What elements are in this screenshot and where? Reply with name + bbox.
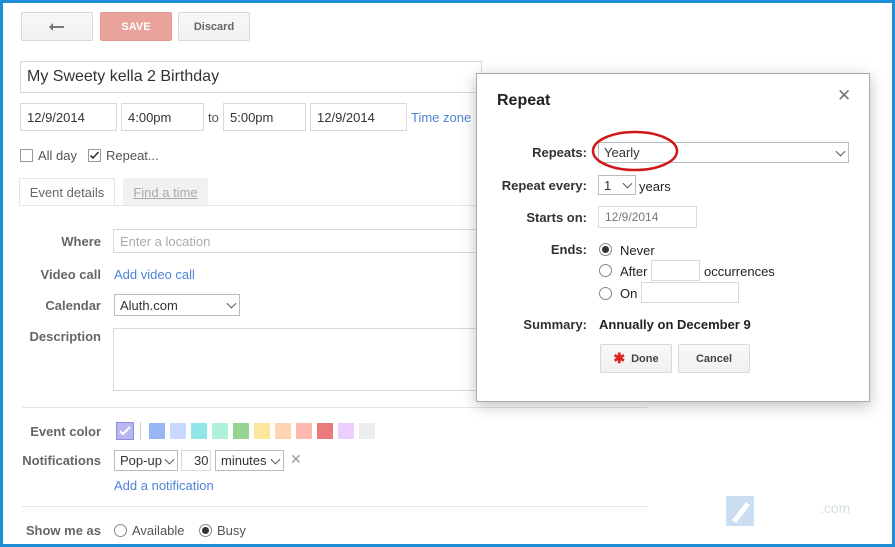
location-input[interactable]: Enter a location — [113, 229, 481, 253]
watermark-text: .com — [820, 500, 851, 516]
occurrences-label: occurrences — [704, 264, 775, 279]
notification-type-value: Pop-up — [120, 453, 162, 468]
calendar-select[interactable]: Aluth.com — [114, 294, 240, 316]
section-divider — [22, 506, 647, 507]
chevron-down-icon — [226, 298, 237, 309]
occurrences-input[interactable] — [651, 260, 700, 281]
chevron-down-icon — [270, 454, 281, 465]
checkmark-icon — [119, 426, 131, 436]
description-label: Description — [29, 329, 101, 344]
cancel-button[interactable]: Cancel — [678, 344, 750, 373]
repeat-checkbox[interactable] — [88, 149, 101, 162]
repeat-dialog: Repeat ✕ Repeats: Yearly Repeat every: 1… — [476, 73, 870, 402]
repeats-label: Repeats: — [532, 145, 587, 160]
where-label: Where — [61, 234, 101, 249]
calendar-label: Calendar — [45, 298, 101, 313]
busy-radio[interactable] — [199, 524, 212, 537]
highlight-ellipse — [591, 130, 679, 172]
notification-unit-value: minutes — [221, 453, 267, 468]
ends-on-radio[interactable] — [599, 287, 612, 300]
video-call-label: Video call — [40, 267, 101, 282]
description-textarea[interactable] — [113, 328, 481, 391]
repeat-every-value: 1 — [604, 177, 612, 193]
event-color-label: Event color — [30, 424, 101, 439]
color-swatch[interactable] — [254, 423, 270, 439]
repeat-every-label: Repeat every: — [501, 178, 587, 193]
notification-type-select[interactable]: Pop-up — [114, 450, 178, 471]
busy-label: Busy — [217, 523, 246, 538]
time-zone-link[interactable]: Time zone — [411, 110, 471, 125]
color-swatch[interactable] — [317, 423, 333, 439]
starts-on-input[interactable]: 12/9/2014 — [598, 206, 697, 228]
add-video-call-link[interactable]: Add video call — [114, 267, 195, 282]
ends-after-radio[interactable] — [599, 264, 612, 277]
dialog-title: Repeat — [497, 92, 551, 109]
to-label: to — [208, 110, 219, 125]
hammer-logo-icon — [726, 496, 754, 526]
notifications-label: Notifications — [22, 453, 101, 468]
show-me-as-label: Show me as — [25, 523, 101, 538]
summary-label: Summary: — [523, 317, 587, 332]
save-button[interactable]: SAVE — [100, 12, 172, 41]
close-icon[interactable]: ✕ — [837, 86, 851, 106]
summary-value: Annually on December 9 — [599, 317, 751, 332]
start-time-input[interactable]: 4:00pm — [121, 103, 204, 131]
color-swatch[interactable] — [212, 423, 228, 439]
back-arrow-icon — [49, 22, 64, 31]
color-swatch[interactable] — [170, 423, 186, 439]
color-swatch[interactable] — [359, 423, 375, 439]
all-day-checkbox[interactable] — [20, 149, 33, 162]
default-color-swatch[interactable] — [116, 422, 134, 440]
end-date-input[interactable]: 12/9/2014 — [310, 103, 407, 131]
starts-on-label: Starts on: — [526, 210, 587, 225]
chevron-down-icon — [835, 146, 846, 157]
never-label: Never — [620, 243, 655, 258]
add-notification-link[interactable]: Add a notification — [114, 478, 214, 493]
tab-find-a-time[interactable]: Find a time — [123, 178, 208, 206]
done-button-label: Done — [631, 352, 659, 365]
notification-amount-input[interactable]: 30 — [181, 450, 211, 471]
available-radio[interactable] — [114, 524, 127, 537]
color-swatch[interactable] — [191, 423, 207, 439]
back-button[interactable] — [21, 12, 93, 41]
remove-notification-icon[interactable]: ✕ — [290, 451, 302, 468]
repeat-every-unit: years — [639, 179, 671, 194]
color-divider — [140, 422, 141, 440]
checkmark-icon — [89, 151, 100, 160]
end-time-input[interactable]: 5:00pm — [223, 103, 306, 131]
ends-on-date-input[interactable] — [641, 282, 739, 303]
color-swatch[interactable] — [149, 423, 165, 439]
chevron-down-icon — [164, 454, 175, 465]
section-divider — [22, 407, 647, 408]
color-swatch[interactable] — [296, 423, 312, 439]
color-swatch[interactable] — [275, 423, 291, 439]
available-label: Available — [132, 523, 185, 538]
all-day-label: All day — [38, 148, 78, 163]
after-label: After — [620, 264, 648, 279]
repeat-label[interactable]: Repeat... — [106, 148, 159, 163]
discard-button[interactable]: Discard — [178, 12, 250, 41]
calendar-select-value: Aluth.com — [120, 297, 178, 313]
start-date-input[interactable]: 12/9/2014 — [20, 103, 117, 131]
chevron-down-icon — [622, 178, 633, 189]
ends-never-radio[interactable] — [599, 243, 612, 256]
color-swatch[interactable] — [338, 423, 354, 439]
tab-event-details[interactable]: Event details — [19, 178, 115, 206]
done-button[interactable]: ✱ Done — [600, 344, 672, 373]
ends-label: Ends: — [550, 242, 587, 257]
asterisk-icon: ✱ — [613, 350, 626, 366]
repeat-every-select[interactable]: 1 — [598, 175, 636, 195]
notification-unit-select[interactable]: minutes — [215, 450, 284, 471]
event-title-input[interactable]: My Sweety kella 2 Birthday — [20, 61, 482, 93]
color-swatch[interactable] — [233, 423, 249, 439]
on-label: On — [620, 286, 638, 301]
watermark-logo: .com — [720, 488, 860, 533]
